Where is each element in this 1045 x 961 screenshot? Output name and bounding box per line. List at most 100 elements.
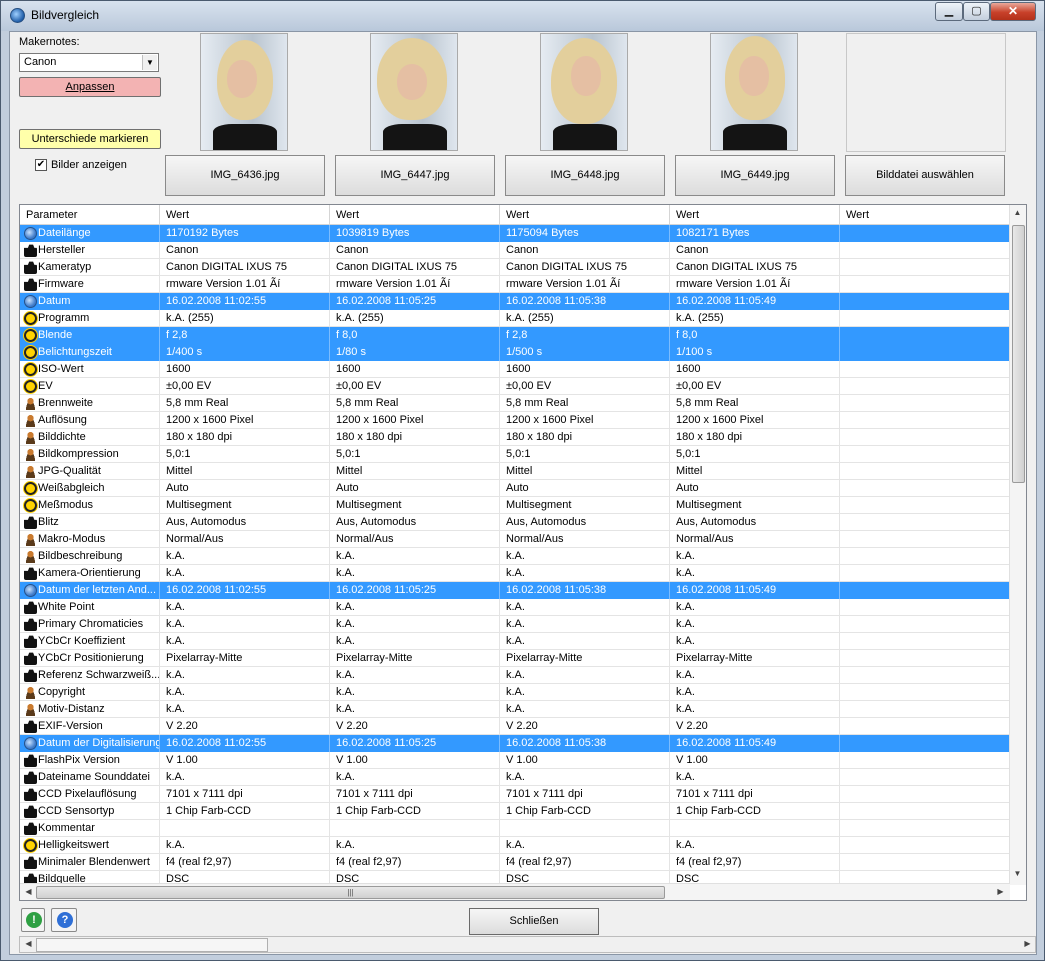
info-button[interactable]: ! (21, 908, 45, 932)
scroll-down-icon[interactable]: ▼ (1010, 869, 1025, 878)
file-button-1[interactable]: IMG_6436.jpg (165, 155, 325, 196)
value-cell: f 8,0 (330, 327, 500, 344)
select-file-button[interactable]: Bilddatei auswählen (845, 155, 1005, 196)
table-row[interactable]: Helligkeitswert k.A. k.A. k.A. k.A. (20, 837, 1010, 854)
table-row[interactable]: Firmware rmware Version 1.01 Ãí rmware Ver… (20, 276, 1010, 293)
horizontal-scroll-thumb[interactable]: ||| (36, 886, 665, 899)
table-row[interactable]: Kommentar (20, 820, 1010, 837)
table-row[interactable]: Referenz Schwarzweiß... k.A. k.A. k.A. k.A. (20, 667, 1010, 684)
value-cell: 180 x 180 dpi (160, 429, 330, 446)
table-row[interactable]: White Point k.A. k.A. k.A. k.A. (20, 599, 1010, 616)
table-row[interactable]: Blende f 2,8 f 8,0 f 2,8 f 8,0 (20, 327, 1010, 344)
scroll-left-icon[interactable]: ◀ (21, 887, 36, 896)
value-cell: Aus, Automodus (330, 514, 500, 531)
value-cell (840, 820, 1010, 837)
exif-table[interactable]: Parameter Wert Wert Wert Wert Wert Dateilänge… (19, 204, 1027, 901)
parameter-cell: Copyright (20, 684, 160, 701)
table-row[interactable]: Primary Chromaticies k.A. k.A. k.A. k.A. (20, 616, 1010, 633)
chevron-down-icon[interactable]: ▼ (142, 55, 157, 70)
header-parameter[interactable]: Parameter (20, 205, 160, 225)
table-row[interactable]: Motiv-Distanz k.A. k.A. k.A. k.A. (20, 701, 1010, 718)
table-row[interactable]: Hersteller Canon Canon Canon Canon (20, 242, 1010, 259)
table-row[interactable]: Bilddichte 180 x 180 dpi 180 x 180 dpi 180 … (20, 429, 1010, 446)
horizontal-scrollbar[interactable]: ◀ ||| ▶ (20, 883, 1010, 900)
header-wert-2[interactable]: Wert (330, 205, 500, 225)
table-row[interactable]: FlashPix Version V 1.00 V 1.00 V 1.00 V 1.00 (20, 752, 1010, 769)
file-button-3[interactable]: IMG_6448.jpg (505, 155, 665, 196)
value-cell: k.A. (670, 769, 840, 786)
table-row[interactable]: Minimaler Blendenwert f4 (real f2,97) f4 (… (20, 854, 1010, 871)
thumbnail-image-1[interactable] (200, 33, 288, 151)
person-icon (24, 686, 37, 699)
table-row[interactable]: Meßmodus Multisegment Multisegment Multiseg… (20, 497, 1010, 514)
header-wert-1[interactable]: Wert (160, 205, 330, 225)
table-row[interactable]: Copyright k.A. k.A. k.A. k.A. (20, 684, 1010, 701)
table-row[interactable]: Datum der Digitalisierung 16.02.2008 11:0… (20, 735, 1010, 752)
vertical-scrollbar[interactable]: ▲ ▼ (1009, 205, 1026, 885)
thumbnail-image-3[interactable] (540, 33, 628, 151)
value-cell: Normal/Aus (160, 531, 330, 548)
maximize-button[interactable]: ▢ (963, 2, 990, 21)
table-row[interactable]: EV ±0,00 EV ±0,00 EV ±0,00 EV ±0,00 EV (20, 378, 1010, 395)
table-row[interactable]: Brennweite 5,8 mm Real 5,8 mm Real 5,8 mm R… (20, 395, 1010, 412)
parameter-name: Datum (38, 295, 71, 307)
value-cell: 16.02.2008 11:05:49 (670, 735, 840, 752)
minimize-button[interactable]: ▁ (935, 2, 963, 21)
value-cell (840, 293, 1010, 310)
table-row[interactable]: Bildkompression 5,0:1 5,0:1 5,0:1 5,0:1 (20, 446, 1010, 463)
person-icon (24, 414, 37, 427)
table-row[interactable]: Weißabgleich Auto Auto Auto Auto (20, 480, 1010, 497)
scroll-right-icon[interactable]: ▶ (993, 887, 1008, 896)
close-button[interactable]: Schließen (469, 908, 599, 935)
mark-differences-button[interactable]: Unterschiede markieren (19, 129, 161, 149)
camera-icon (24, 278, 37, 291)
value-cell: k.A. (330, 701, 500, 718)
makernotes-select[interactable]: Canon ▼ (19, 53, 159, 72)
file-button-4[interactable]: IMG_6449.jpg (675, 155, 835, 196)
scroll-up-icon[interactable]: ▲ (1010, 208, 1025, 217)
table-row[interactable]: Blitz Aus, Automodus Aus, Automodus Aus, Au… (20, 514, 1010, 531)
table-row[interactable]: Makro-Modus Normal/Aus Normal/Aus Normal/Au… (20, 531, 1010, 548)
status-scroll-thumb[interactable] (36, 938, 268, 952)
gear-icon (24, 482, 37, 495)
table-body[interactable]: Dateilänge 1170192 Bytes 1039819 Bytes 1175… (20, 225, 1010, 888)
table-row[interactable]: Programm k.A. (255) k.A. (255) k.A. (255) k.… (20, 310, 1010, 327)
thumbnail-image-4[interactable] (710, 33, 798, 151)
title-bar[interactable]: Bildvergleich ▁ ▢ ✕ (1, 1, 1044, 31)
file-button-2[interactable]: IMG_6447.jpg (335, 155, 495, 196)
anpassen-button[interactable]: Anpassen (19, 77, 161, 97)
table-row[interactable]: Belichtungszeit 1/400 s 1/80 s 1/500 s 1/100… (20, 344, 1010, 361)
table-row[interactable]: EXIF-Version V 2.20 V 2.20 V 2.20 V 2.20 (20, 718, 1010, 735)
value-cell: Pixelarray-Mitte (160, 650, 330, 667)
table-row[interactable]: YCbCr Koeffizient k.A. k.A. k.A. k.A. (20, 633, 1010, 650)
value-cell (840, 599, 1010, 616)
status-scroll-right-icon[interactable]: ▶ (1020, 939, 1035, 948)
header-wert-3[interactable]: Wert (500, 205, 670, 225)
header-wert-5[interactable]: Wert (840, 205, 1010, 225)
show-images-checkbox[interactable]: ✔ (35, 159, 47, 171)
close-window-button[interactable]: ✕ (990, 2, 1036, 21)
table-row[interactable]: Dateiname Sounddatei k.A. k.A. k.A. k.A. (20, 769, 1010, 786)
table-row[interactable]: Dateilänge 1170192 Bytes 1039819 Bytes 1175… (20, 225, 1010, 242)
table-row[interactable]: CCD Pixelauflösung 7101 x 7111 dpi 7101 x … (20, 786, 1010, 803)
value-cell: 7101 x 7111 dpi (160, 786, 330, 803)
table-row[interactable]: JPG-Qualität Mittel Mittel Mittel Mittel (20, 463, 1010, 480)
table-row[interactable]: Kamera-Orientierung k.A. k.A. k.A. k.A. (20, 565, 1010, 582)
vertical-scroll-thumb[interactable] (1012, 225, 1025, 483)
header-wert-4[interactable]: Wert (670, 205, 840, 225)
table-row[interactable]: ISO-Wert 1600 1600 1600 1600 (20, 361, 1010, 378)
table-row[interactable]: CCD Sensortyp 1 Chip Farb-CCD 1 Chip Farb-… (20, 803, 1010, 820)
thumbnail-image-2[interactable] (370, 33, 458, 151)
value-cell: Normal/Aus (330, 531, 500, 548)
table-row[interactable]: Datum der letzten And... 16.02.2008 11:02… (20, 582, 1010, 599)
table-row[interactable]: Kameratyp Canon DIGITAL IXUS 75 Canon DIGI… (20, 259, 1010, 276)
table-row[interactable]: YCbCr Positionierung Pixelarray-Mitte Pixe… (20, 650, 1010, 667)
table-row[interactable]: Auflösung 1200 x 1600 Pixel 1200 x 1600 Pi… (20, 412, 1010, 429)
bottom-scrollbar[interactable]: ◀ ▶ (19, 936, 1036, 953)
help-button[interactable]: ? (51, 908, 77, 932)
status-scroll-left-icon[interactable]: ◀ (21, 939, 36, 948)
value-cell (840, 667, 1010, 684)
value-cell: k.A. (160, 616, 330, 633)
table-row[interactable]: Datum 16.02.2008 11:02:55 16.02.2008 11:05… (20, 293, 1010, 310)
table-row[interactable]: Bildbeschreibung k.A. k.A. k.A. k.A. (20, 548, 1010, 565)
